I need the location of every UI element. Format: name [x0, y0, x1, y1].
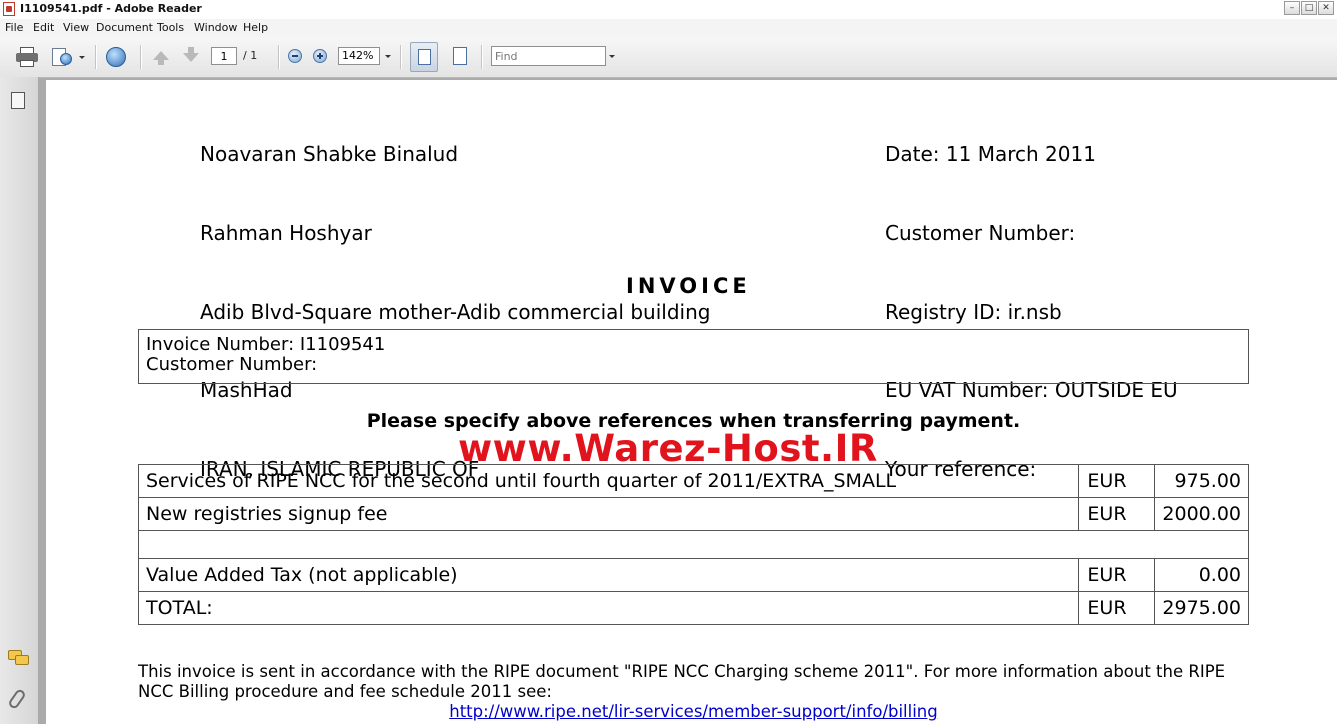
- collaborate-button[interactable]: [104, 46, 128, 68]
- window-title: I1109541.pdf - Adobe Reader: [20, 2, 202, 15]
- share-button[interactable]: [50, 47, 86, 67]
- item-amount: 2975.00: [1154, 591, 1249, 625]
- title-bar: I1109541.pdf - Adobe Reader – □ ✕: [0, 0, 1337, 20]
- meta-line: Registry ID: ir.nsb: [885, 299, 1062, 324]
- table-row: TOTAL: EUR 2975.00: [137, 591, 1249, 625]
- page-number-input[interactable]: [211, 47, 237, 65]
- item-description: New registries signup fee: [137, 497, 1080, 531]
- attachments-icon[interactable]: [7, 687, 27, 711]
- reference-box: Invoice Number: I1109541 Customer Number…: [138, 329, 1249, 384]
- fit-page-icon: [453, 47, 467, 65]
- fit-page-button[interactable]: [450, 45, 470, 67]
- menu-bar: File Edit View Document Tools Window Hel…: [0, 19, 1337, 37]
- pages-panel-icon[interactable]: [7, 89, 25, 109]
- invoice-number: Invoice Number: I1109541: [146, 334, 386, 355]
- previous-page-icon[interactable]: [153, 51, 169, 65]
- fit-width-button[interactable]: [410, 42, 438, 72]
- toolbar: / 1 142%: [0, 37, 1337, 78]
- menu-edit[interactable]: Edit: [33, 21, 54, 34]
- item-currency: EUR: [1078, 558, 1156, 592]
- menu-file[interactable]: File: [5, 21, 23, 34]
- item-description: TOTAL:: [137, 591, 1080, 625]
- menu-document[interactable]: Document: [96, 21, 153, 34]
- menu-help[interactable]: Help: [243, 21, 268, 34]
- recipient-line: Noavaran Shabke Binalud: [200, 142, 459, 167]
- item-description: Services of RIPE NCC for the second unti…: [137, 464, 1080, 498]
- zoom-level-select[interactable]: 142%: [338, 47, 380, 65]
- item-amount: 0.00: [1154, 558, 1249, 592]
- chevron-down-icon: [79, 56, 85, 59]
- item-description: Value Added Tax (not applicable): [137, 558, 1080, 592]
- zoom-level-value: 142%: [342, 49, 374, 62]
- invoice-title: INVOICE: [626, 274, 751, 298]
- pdf-page: Noavaran Shabke Binalud Rahman Hoshyar A…: [46, 80, 1337, 724]
- item-currency: EUR: [1078, 591, 1156, 625]
- recipient-line: Rahman Hoshyar: [200, 221, 372, 246]
- next-page-icon[interactable]: [183, 47, 199, 62]
- customer-number: Customer Number:: [146, 354, 318, 375]
- item-currency: EUR: [1078, 497, 1156, 531]
- zoom-dropdown-arrow-icon[interactable]: [385, 55, 391, 58]
- table-row: [138, 530, 1249, 559]
- table-row: Value Added Tax (not applicable) EUR 0.0…: [137, 558, 1249, 592]
- recipient-line: Adib Blvd-Square mother-Adib commercial …: [200, 299, 711, 324]
- item-currency: EUR: [1078, 464, 1156, 498]
- blank-row-cell: [138, 530, 1249, 559]
- share-globe-icon: [60, 53, 72, 65]
- pdf-app-icon: [3, 2, 15, 16]
- item-amount: 2000.00: [1154, 497, 1249, 531]
- close-button[interactable]: ✕: [1318, 1, 1334, 15]
- line-items-table: Services of RIPE NCC for the second unti…: [137, 464, 1249, 625]
- minimize-button[interactable]: –: [1284, 1, 1300, 15]
- meta-line: Customer Number:: [885, 221, 1076, 246]
- zoom-out-icon[interactable]: [288, 49, 302, 63]
- table-row: Services of RIPE NCC for the second unti…: [137, 464, 1249, 498]
- billing-link[interactable]: http://www.ripe.net/lir-services/member-…: [46, 702, 1337, 721]
- find-dropdown-arrow-icon[interactable]: [609, 55, 615, 58]
- table-row: New registries signup fee EUR 2000.00: [137, 497, 1249, 531]
- footer-text: This invoice is sent in accordance with …: [138, 662, 1226, 701]
- maximize-button[interactable]: □: [1301, 1, 1317, 15]
- meta-line: Date: 11 March 2011: [885, 142, 1096, 167]
- globe-icon: [106, 47, 126, 67]
- print-icon[interactable]: [16, 47, 38, 67]
- comments-icon[interactable]: [8, 650, 29, 665]
- find-input[interactable]: [491, 46, 606, 66]
- menu-window[interactable]: Window: [194, 21, 237, 34]
- menu-view[interactable]: View: [63, 21, 89, 34]
- item-amount: 975.00: [1154, 464, 1249, 498]
- page-total: / 1: [243, 49, 258, 62]
- navigation-panel: [0, 77, 39, 724]
- zoom-in-icon[interactable]: [313, 49, 327, 63]
- menu-tools[interactable]: Tools: [157, 21, 184, 34]
- fit-width-icon: [418, 49, 431, 65]
